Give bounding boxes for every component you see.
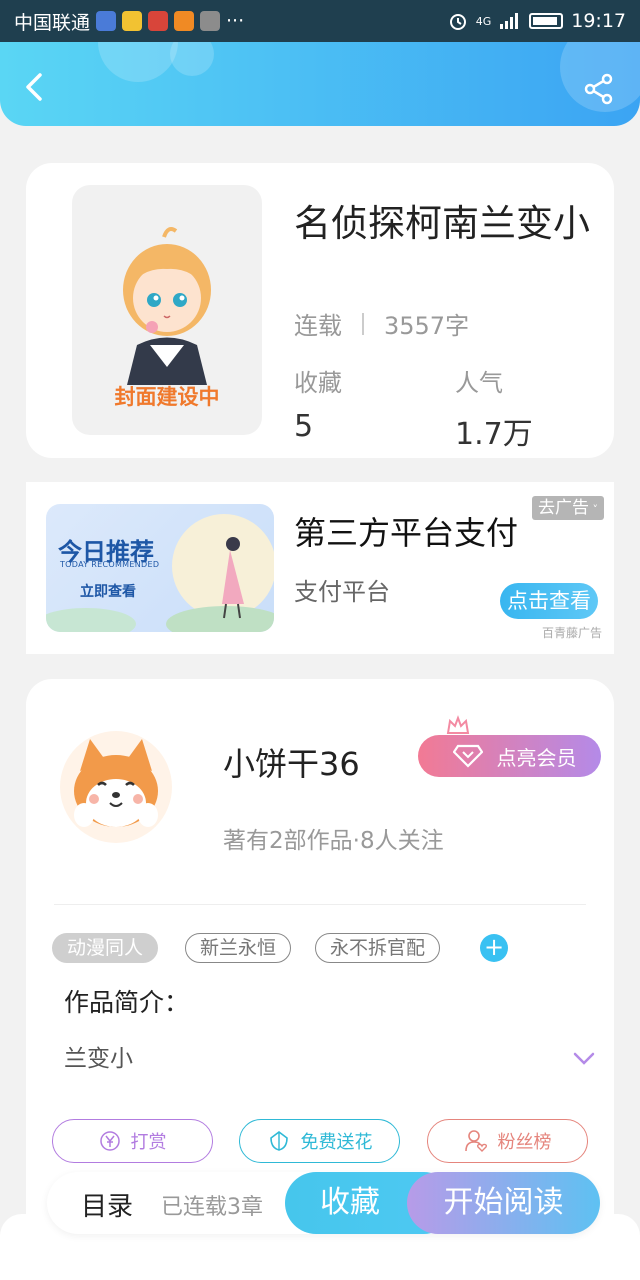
book-info-card: 封面建设中 名侦探柯南兰变小 连载 3557字 收藏 5 人气 1.7万 (26, 163, 614, 458)
tag-chip[interactable]: 新兰永恒 (185, 933, 292, 963)
more-notifications: ··· (226, 10, 245, 32)
ad-cta-button[interactable]: 点击查看 (500, 583, 598, 619)
video-app-icon (174, 11, 195, 31)
send-flower-button[interactable]: 免费送花 (239, 1119, 400, 1163)
chapter-count: 已连载3章 (161, 1195, 263, 1220)
toc-button[interactable]: 目录 (81, 1186, 133, 1223)
clock: 19:17 (571, 10, 626, 32)
tag-chip[interactable]: 永不拆官配 (315, 933, 441, 963)
reward-button[interactable]: 打赏 (52, 1119, 213, 1163)
expand-chevron-icon[interactable] (572, 1051, 596, 1067)
book-cover[interactable]: 封面建设中 (72, 185, 262, 435)
signal-icon (500, 13, 519, 29)
diamond-icon (452, 744, 483, 768)
chevron-down-icon: ˅ (589, 503, 598, 516)
yuan-coin-icon (99, 1131, 120, 1151)
battery-icon (529, 13, 564, 29)
stat-value-popularity: 1.7万 (455, 417, 533, 452)
intro-label: 作品简介： (64, 988, 190, 1017)
carrier-label: 中国联通 (14, 11, 91, 34)
back-icon[interactable] (20, 72, 50, 102)
book-meta: 连载 3557字 (294, 306, 469, 341)
music-app-icon (96, 11, 117, 31)
cover-placeholder-text: 封面建设中 (114, 385, 220, 409)
decor-bubble (98, 42, 178, 82)
stat-label-popularity: 人气 (455, 369, 503, 397)
fan-ranking-button[interactable]: 粉丝榜 (427, 1119, 588, 1163)
status-bar: 中国联通 ··· 4G 19:17 (0, 0, 640, 42)
camera-app-icon (200, 11, 221, 31)
reward-label: 打赏 (130, 1132, 167, 1153)
book-status: 连载 (294, 312, 342, 340)
ad-banner-button: 立即查看 (80, 584, 136, 600)
ad-title: 第三方平台支付 (294, 514, 519, 552)
divider (54, 904, 586, 905)
ad-source-label: 百青藤广告 (542, 626, 603, 640)
remove-ad-button[interactable]: 去广告 ˅ (532, 496, 604, 520)
check-app-icon (122, 11, 143, 31)
network-type: 4G (475, 14, 492, 28)
stat-value-favorites: 5 (294, 409, 314, 444)
start-reading-button[interactable]: 开始阅读 (407, 1172, 600, 1234)
tag-chip[interactable]: 动漫同人 (52, 933, 159, 963)
shiba-avatar-illustration (74, 739, 158, 827)
vip-button-label: 点亮会员 (496, 745, 577, 770)
stat-label-favorites: 收藏 (294, 369, 342, 397)
decor-bubble (170, 42, 214, 76)
fan-ranking-label: 粉丝榜 (497, 1132, 552, 1153)
crown-icon (446, 715, 470, 734)
ad-banner-card[interactable]: 今日推荐 TODAY RECOMMENDED 立即查看 第三方平台支付 支付平台… (26, 482, 614, 654)
alarm-icon (449, 14, 466, 30)
meta-divider (362, 312, 364, 335)
flower-icon (269, 1131, 288, 1151)
bottom-action-bar: 目录 已连载3章 收藏 开始阅读 (47, 1172, 600, 1234)
ad-image[interactable]: 今日推荐 TODAY RECOMMENDED 立即查看 (46, 504, 274, 632)
ad-banner-subtitle: TODAY RECOMMENDED (60, 560, 160, 569)
add-tag-button[interactable]: + (480, 934, 508, 962)
user-heart-icon (464, 1130, 487, 1152)
send-flower-label: 免费送花 (300, 1132, 373, 1153)
activate-vip-button[interactable]: 点亮会员 (418, 735, 601, 777)
author-name[interactable]: 小饼干36 (223, 739, 360, 785)
book-title: 名侦探柯南兰变小 (294, 202, 590, 245)
book-word-count: 3557字 (384, 312, 470, 340)
game-app-icon (148, 11, 169, 31)
top-header (0, 42, 640, 126)
cover-illustration (123, 227, 211, 385)
share-icon[interactable] (582, 72, 616, 106)
ad-subtitle: 支付平台 (294, 578, 390, 606)
intro-text: 兰变小 (64, 1046, 133, 1072)
author-summary: 著有2部作品·8人关注 (223, 828, 444, 854)
remove-ad-label: 去广告 (538, 498, 589, 518)
author-avatar[interactable] (60, 731, 172, 843)
